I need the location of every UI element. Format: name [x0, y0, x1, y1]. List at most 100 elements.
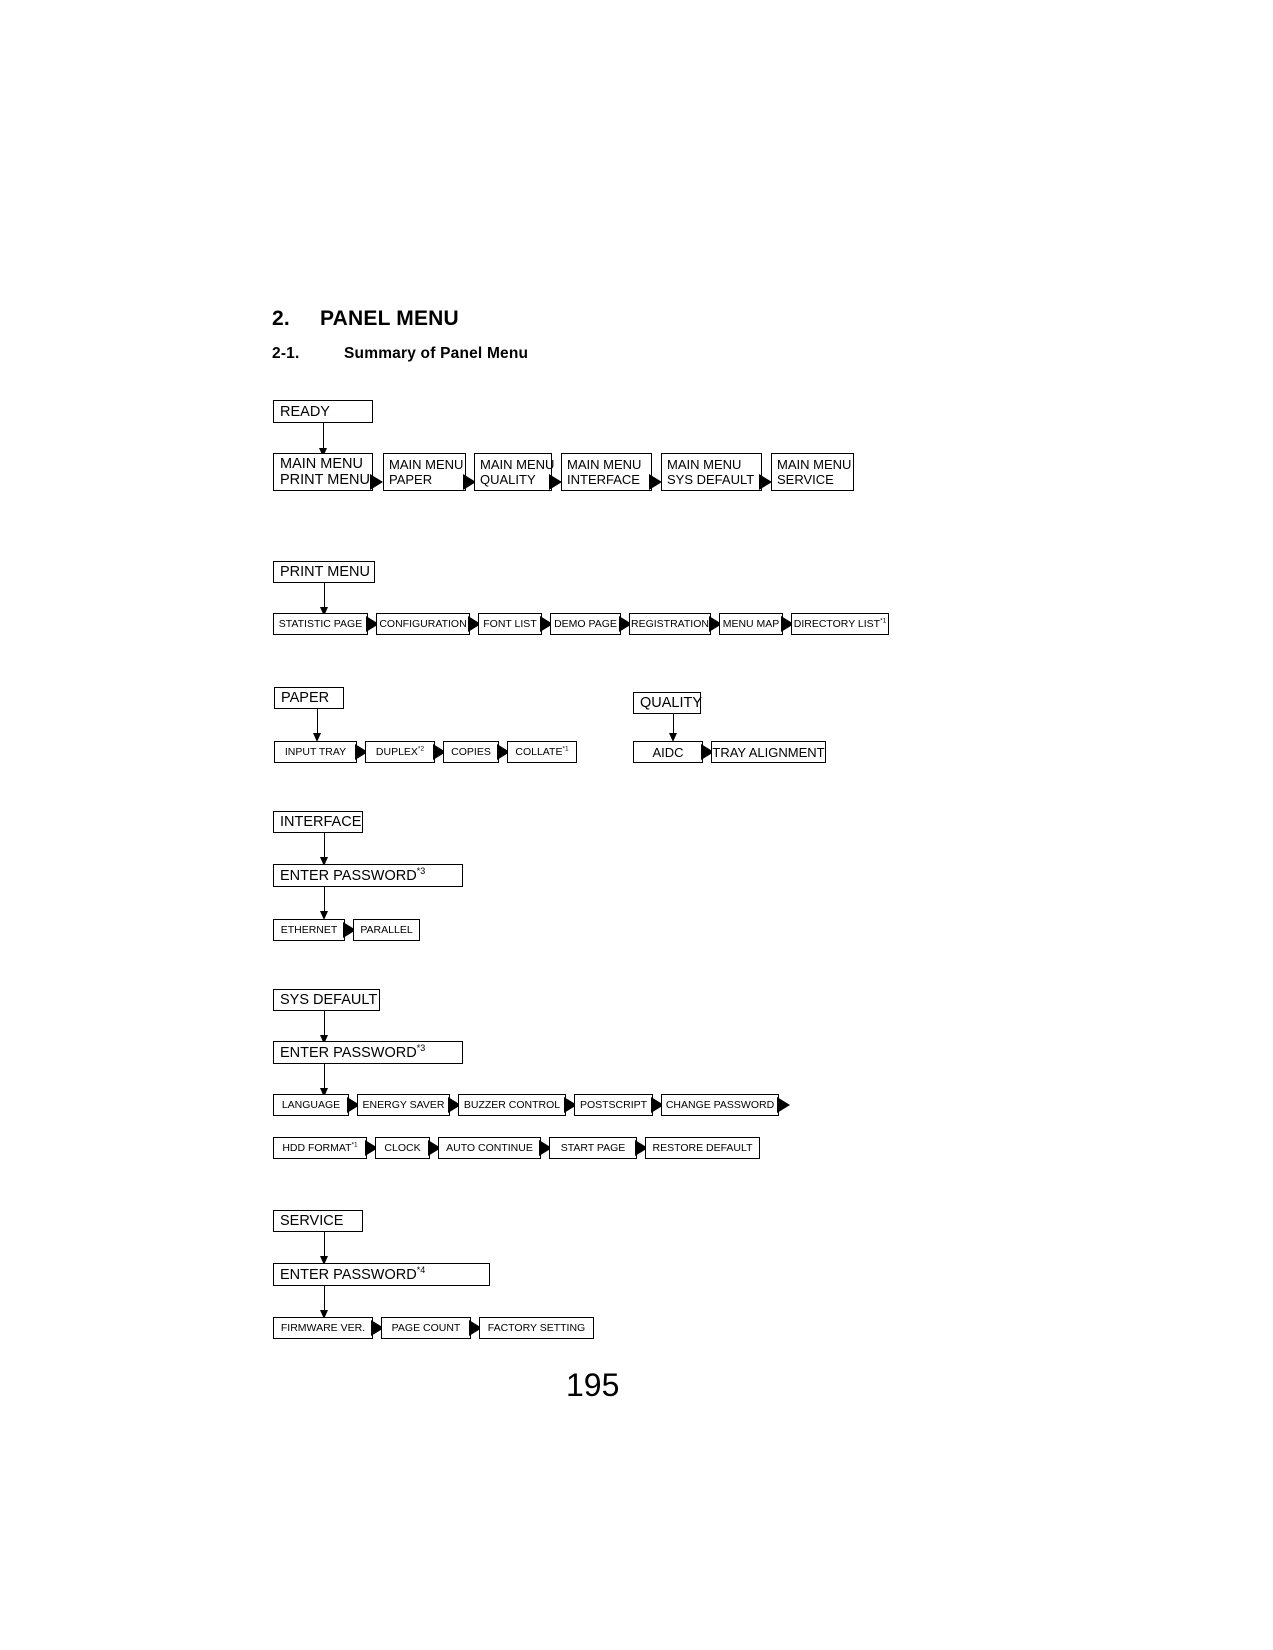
node-sys-default-enter-password-label: ENTER PASSWORD*3 [280, 1042, 426, 1061]
node-quality-aidc: AIDC [633, 741, 703, 763]
section-number: 2. [272, 307, 290, 330]
node-ready: READY [273, 400, 373, 423]
node-sys-postscript: POSTSCRIPT [574, 1094, 653, 1116]
node-main-menu-sys-default: MAIN MENU SYS DEFAULT [661, 453, 762, 491]
node-main-menu-paper: MAIN MENU PAPER [383, 453, 466, 491]
node-main-menu-sys-default-line2: SYS DEFAULT [667, 472, 755, 487]
connector-service-password-to-items [324, 1286, 325, 1313]
node-service-enter-password: ENTER PASSWORD*4 [273, 1263, 490, 1286]
node-sys-clock: CLOCK [375, 1137, 430, 1159]
node-sys-postscript-label: POSTSCRIPT [579, 1099, 648, 1111]
page-number: 195 [566, 1367, 620, 1403]
node-quality-aidc-label: AIDC [652, 744, 684, 760]
node-print-statistic-page-label: STATISTIC PAGE [278, 618, 363, 630]
node-service-factory-setting-label: FACTORY SETTING [487, 1322, 586, 1334]
connector-interface-to-password [324, 833, 325, 860]
node-interface-header: INTERFACE [273, 811, 363, 833]
node-main-menu-paper-line2: PAPER [389, 472, 433, 487]
node-print-configuration-label: CONFIGURATION [379, 618, 467, 630]
node-sys-buzzer-control-label: BUZZER CONTROL [463, 1099, 561, 1111]
node-print-menu-header: PRINT MENU [273, 561, 375, 583]
node-print-demo-page-label: DEMO PAGE [554, 618, 617, 630]
node-service-enter-password-label: ENTER PASSWORD*4 [280, 1264, 426, 1283]
node-paper-collate-label: COLLATE*1 [515, 745, 569, 758]
node-main-menu-service: MAIN MENU SERVICE [771, 453, 854, 491]
node-main-menu-interface-line2: INTERFACE [567, 472, 640, 487]
node-quality-header: QUALITY [633, 692, 702, 714]
node-sys-default-header-label: SYS DEFAULT [280, 992, 378, 1008]
section-title: PANEL MENU [320, 307, 459, 330]
connector-paper [317, 709, 318, 736]
arrow-main-menu-1-2 [370, 474, 383, 490]
section-heading: 2. PANEL MENU [272, 307, 459, 331]
node-main-menu-service-line1: MAIN MENU [777, 457, 852, 472]
node-print-directory-list-label: DIRECTORY LIST*1 [793, 617, 887, 630]
node-print-font-list: FONT LIST [478, 613, 542, 635]
node-main-menu-quality-line1: MAIN MENU [480, 457, 555, 472]
connector-ready-to-mainmenu [323, 423, 324, 451]
node-interface-ethernet-label: ETHERNET [280, 924, 338, 936]
node-interface-parallel-label: PARALLEL [360, 924, 413, 936]
node-interface-enter-password: ENTER PASSWORD*3 [273, 864, 463, 887]
connector-interface-password-to-items [324, 887, 325, 914]
node-sys-start-page-label: START PAGE [560, 1142, 626, 1154]
node-print-directory-list: DIRECTORY LIST*1 [791, 613, 889, 635]
node-print-menu-map-label: MENU MAP [722, 618, 780, 630]
node-service-page-count: PAGE COUNT [381, 1317, 471, 1339]
node-sys-default-header: SYS DEFAULT [273, 989, 380, 1011]
node-main-menu-print-menu: MAIN MENU PRINT MENU [273, 453, 373, 491]
node-quality-tray-alignment-label: TRAY ALIGNMENT [712, 744, 825, 760]
connector-sys-default-to-password [324, 1011, 325, 1038]
connector-service-to-password [324, 1232, 325, 1259]
subsection-number: 2-1. [272, 345, 300, 362]
node-service-firmware-ver-label: FIRMWARE VER. [280, 1322, 366, 1334]
node-service-factory-setting: FACTORY SETTING [479, 1317, 594, 1339]
node-print-statistic-page: STATISTIC PAGE [273, 613, 368, 635]
node-main-menu-print-menu-line2: PRINT MENU [280, 472, 370, 488]
node-sys-restore-default: RESTORE DEFAULT [645, 1137, 760, 1159]
node-interface-ethernet: ETHERNET [273, 919, 345, 941]
node-print-configuration: CONFIGURATION [376, 613, 470, 635]
node-main-menu-quality-line2: QUALITY [480, 472, 536, 487]
node-sys-buzzer-control: BUZZER CONTROL [458, 1094, 566, 1116]
node-service-header-label: SERVICE [280, 1213, 344, 1229]
connector-print-menu [324, 583, 325, 610]
node-print-registration: REGISTRATION [629, 613, 711, 635]
node-main-menu-sys-default-line1: MAIN MENU [667, 457, 742, 472]
node-paper-input-tray: INPUT TRAY [274, 741, 357, 763]
node-main-menu-interface-line1: MAIN MENU [567, 457, 642, 472]
node-paper-duplex-label: DUPLEX*2 [375, 745, 425, 758]
node-ready-label: READY [280, 403, 330, 420]
node-interface-header-label: INTERFACE [280, 814, 362, 830]
node-sys-auto-continue-label: AUTO CONTINUE [446, 1142, 533, 1154]
node-sys-default-enter-password: ENTER PASSWORD*3 [273, 1041, 463, 1064]
node-sys-restore-default-label: RESTORE DEFAULT [652, 1142, 753, 1154]
node-service-page-count-label: PAGE COUNT [391, 1322, 461, 1334]
node-main-menu-paper-line1: MAIN MENU [389, 457, 464, 472]
node-paper-copies: COPIES [443, 741, 499, 763]
node-paper-input-tray-label: INPUT TRAY [284, 746, 347, 758]
connector-sys-default-password-to-items [324, 1064, 325, 1091]
node-service-firmware-ver: FIRMWARE VER. [273, 1317, 373, 1339]
node-sys-language: LANGUAGE [273, 1094, 349, 1116]
node-sys-change-password: CHANGE PASSWORD [661, 1094, 779, 1116]
node-paper-collate: COLLATE*1 [507, 741, 577, 763]
node-main-menu-quality: MAIN MENU QUALITY [474, 453, 555, 491]
node-paper-header: PAPER [274, 687, 344, 709]
node-quality-tray-alignment: TRAY ALIGNMENT [711, 741, 826, 763]
node-sys-energy-saver-label: ENERGY SAVER [362, 1099, 445, 1111]
node-sys-start-page: START PAGE [549, 1137, 637, 1159]
node-sys-auto-continue: AUTO CONTINUE [438, 1137, 541, 1159]
subsection-title: Summary of Panel Menu [344, 345, 529, 362]
node-service-header: SERVICE [273, 1210, 363, 1232]
node-paper-header-label: PAPER [281, 690, 330, 706]
node-main-menu-service-line2: SERVICE [777, 472, 834, 487]
node-main-menu-print-menu-line1: MAIN MENU [280, 456, 363, 472]
node-sys-energy-saver: ENERGY SAVER [357, 1094, 450, 1116]
node-sys-language-label: LANGUAGE [281, 1099, 341, 1111]
node-print-font-list-label: FONT LIST [483, 618, 537, 630]
subsection-heading: 2-1. Summary of Panel Menu [272, 345, 528, 363]
node-main-menu-interface: MAIN MENU INTERFACE [561, 453, 652, 491]
node-sys-hdd-format: HDD FORMAT*1 [273, 1137, 367, 1159]
node-print-demo-page: DEMO PAGE [550, 613, 621, 635]
